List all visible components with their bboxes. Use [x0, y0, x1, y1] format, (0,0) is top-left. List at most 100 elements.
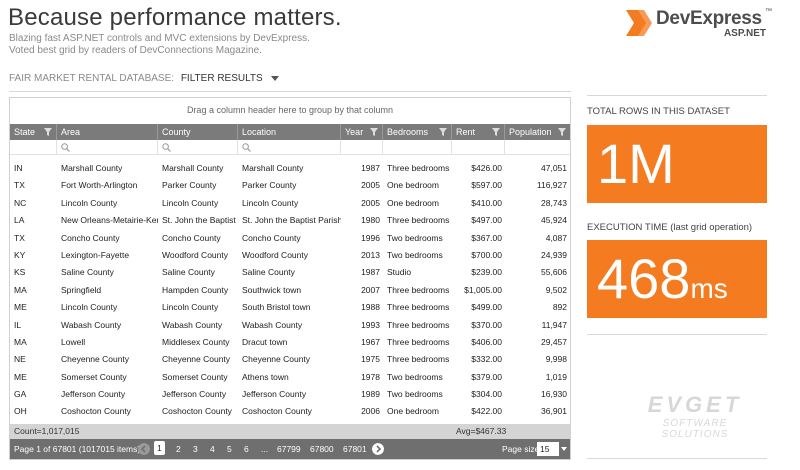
table-row[interactable]: MA Lowell Middlesex County Dracut town 1967 T… [10, 334, 570, 351]
search-icon[interactable] [162, 143, 171, 152]
cell-year[interactable]: 1978 [341, 369, 383, 386]
page-button-6[interactable]: 6 [244, 444, 249, 454]
cell-location[interactable]: Southwick town [238, 282, 341, 299]
filter-icon[interactable] [439, 128, 447, 136]
cell-state[interactable]: OH [10, 403, 57, 420]
cell-bedrooms[interactable]: Three bedrooms [383, 334, 452, 351]
cell-bedrooms[interactable]: Two bedrooms [383, 247, 452, 264]
cell-county[interactable]: Middlesex County [158, 334, 238, 351]
page-button-4[interactable]: 4 [210, 444, 215, 454]
cell-state[interactable]: ME [10, 369, 57, 386]
page-button-3[interactable]: 3 [193, 444, 198, 454]
filter-cell-state[interactable] [10, 140, 57, 155]
group-panel[interactable]: Drag a column header here to group by th… [10, 98, 570, 124]
prev-page-icon[interactable] [138, 443, 150, 455]
cell-rent[interactable]: $410.00 [452, 195, 505, 212]
cell-area[interactable]: Lowell [57, 334, 158, 351]
table-row[interactable]: MA Springfield Hampden County Southwick tow… [10, 282, 570, 299]
table-row[interactable]: GA Jefferson County Jefferson County Jeffer… [10, 386, 570, 403]
table-row[interactable]: LA New Orleans-Metairie-Kenr St. John the … [10, 212, 570, 229]
devexpress-logo[interactable]: DevExpress ™ ASP.NET [626, 8, 772, 42]
cell-bedrooms[interactable]: Two bedrooms [383, 230, 452, 247]
cell-population[interactable]: 9,998 [505, 351, 570, 368]
table-row[interactable]: NE Cheyenne County Cheyenne County Cheyenne… [10, 351, 570, 368]
cell-state[interactable]: TX [10, 177, 57, 194]
cell-year[interactable]: 1988 [341, 299, 383, 316]
cell-year[interactable]: 1980 [341, 212, 383, 229]
column-header-year[interactable]: Year [341, 124, 383, 140]
cell-population[interactable]: 47,051 [505, 160, 570, 177]
cell-population[interactable]: 28,743 [505, 195, 570, 212]
cell-location[interactable]: Athens town [238, 369, 341, 386]
filter-cell-area[interactable] [57, 140, 158, 155]
cell-county[interactable]: Parker County [158, 177, 238, 194]
cell-location[interactable]: Dracut town [238, 334, 341, 351]
column-header-bedrooms[interactable]: Bedrooms [383, 124, 452, 140]
cell-bedrooms[interactable]: Three bedrooms [383, 317, 452, 334]
cell-area[interactable]: Fort Worth-Arlington [57, 177, 158, 194]
table-row[interactable]: IL Wabash County Wabash County Wabash Count… [10, 317, 570, 334]
cell-year[interactable]: 1989 [341, 386, 383, 403]
filter-icon[interactable] [370, 128, 378, 136]
cell-population[interactable]: 116,927 [505, 177, 570, 194]
cell-population[interactable]: 11,947 [505, 317, 570, 334]
cell-bedrooms[interactable]: Three bedrooms [383, 299, 452, 316]
cell-year[interactable]: 1987 [341, 264, 383, 281]
cell-area[interactable]: Marshall County [57, 160, 158, 177]
cell-year[interactable]: 2007 [341, 282, 383, 299]
cell-state[interactable]: KY [10, 247, 57, 264]
cell-state[interactable]: NE [10, 351, 57, 368]
cell-rent[interactable]: $332.00 [452, 351, 505, 368]
cell-area[interactable]: Lincoln County [57, 299, 158, 316]
cell-rent[interactable]: $597.00 [452, 177, 505, 194]
chevron-down-icon[interactable] [561, 447, 567, 451]
cell-location[interactable]: Parker County [238, 177, 341, 194]
cell-location[interactable]: Lincoln County [238, 195, 341, 212]
cell-bedrooms[interactable]: Two bedrooms [383, 369, 452, 386]
cell-location[interactable]: Wabash County [238, 317, 341, 334]
cell-year[interactable]: 1975 [341, 351, 383, 368]
table-row[interactable]: KY Lexington-Fayette Woodford County Woodfo… [10, 247, 570, 264]
table-row[interactable]: TX Concho County Concho County Concho Count… [10, 230, 570, 247]
cell-bedrooms[interactable]: Two bedrooms [383, 386, 452, 403]
cell-state[interactable]: MA [10, 282, 57, 299]
cell-bedrooms[interactable]: Three bedrooms [383, 351, 452, 368]
table-row[interactable]: NC Lincoln County Lincoln County Lincoln Co… [10, 195, 570, 212]
cell-bedrooms[interactable]: One bedroom [383, 403, 452, 420]
cell-area[interactable]: New Orleans-Metairie-Kenr [57, 212, 158, 229]
filter-icon[interactable] [44, 128, 52, 136]
filter-cell-location[interactable] [238, 140, 341, 155]
cell-bedrooms[interactable]: One bedroom [383, 177, 452, 194]
cell-area[interactable]: Saline County [57, 264, 158, 281]
column-header-area[interactable]: Area [57, 124, 158, 140]
cell-year[interactable]: 2005 [341, 177, 383, 194]
table-row[interactable]: OH Coshocton County Coshocton County Coshoc… [10, 403, 570, 420]
column-header-county[interactable]: County [158, 124, 238, 140]
column-header-state[interactable]: State [10, 124, 57, 140]
cell-location[interactable]: Concho County [238, 230, 341, 247]
cell-rent[interactable]: $406.00 [452, 334, 505, 351]
cell-rent[interactable]: $304.00 [452, 386, 505, 403]
cell-year[interactable]: 1987 [341, 160, 383, 177]
page-ellipsis[interactable]: ... [261, 444, 268, 454]
filter-cell-rent[interactable] [452, 140, 505, 155]
search-icon[interactable] [242, 143, 251, 152]
cell-location[interactable]: Cheyenne County [238, 351, 341, 368]
cell-area[interactable]: Coshocton County [57, 403, 158, 420]
cell-rent[interactable]: $426.00 [452, 160, 505, 177]
cell-rent[interactable]: $422.00 [452, 403, 505, 420]
cell-state[interactable]: ME [10, 299, 57, 316]
cell-population[interactable]: 9,502 [505, 282, 570, 299]
cell-county[interactable]: Coshocton County [158, 403, 238, 420]
cell-bedrooms[interactable]: Three bedrooms [383, 160, 452, 177]
cell-population[interactable]: 55,606 [505, 264, 570, 281]
cell-rent[interactable]: $700.00 [452, 247, 505, 264]
filter-results-dropdown[interactable]: FILTER RESULTS [181, 73, 263, 84]
filter-cell-county[interactable] [158, 140, 238, 155]
cell-county[interactable]: Lincoln County [158, 195, 238, 212]
filter-cell-year[interactable] [341, 140, 383, 155]
cell-location[interactable]: Marshall County [238, 160, 341, 177]
chevron-down-icon[interactable] [271, 75, 280, 81]
cell-county[interactable]: Woodford County [158, 247, 238, 264]
cell-bedrooms[interactable]: One bedroom [383, 195, 452, 212]
